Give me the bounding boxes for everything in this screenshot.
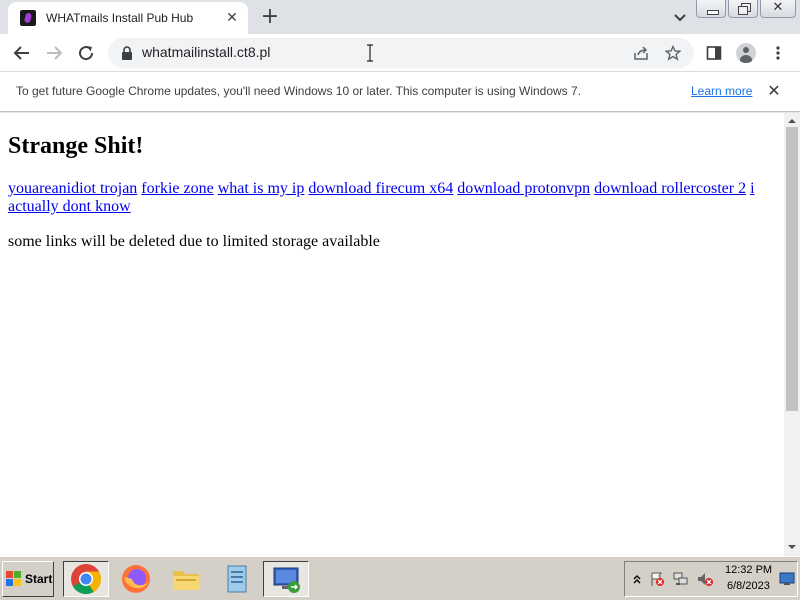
scroll-up-arrow-icon[interactable] xyxy=(788,117,796,125)
start-button[interactable]: Start xyxy=(2,561,54,597)
bookmark-button[interactable] xyxy=(664,44,682,62)
reload-icon xyxy=(79,46,94,61)
explorer-folder-icon xyxy=(173,571,199,590)
tab-strip: WHATmails Install Pub Hub ✕ + ✕ xyxy=(0,0,800,34)
show-hidden-icons-button[interactable] xyxy=(629,571,645,587)
tab-title: WHATmails Install Pub Hub xyxy=(46,11,194,25)
share-button[interactable] xyxy=(632,44,650,62)
scrollbar-thumb[interactable] xyxy=(786,127,798,411)
page-title: Strange Shit! xyxy=(8,133,144,159)
update-infobar: To get future Google Chrome updates, you… xyxy=(0,72,800,112)
restore-button[interactable] xyxy=(728,0,758,18)
storage-note: some links will be deleted due to limite… xyxy=(8,233,380,250)
tab-search-chevron-icon[interactable] xyxy=(672,9,688,25)
taskbar-remote-desktop[interactable] xyxy=(263,561,309,597)
url-text[interactable]: whatmailinstall.ct8.pl xyxy=(142,44,270,60)
text-cursor-icon xyxy=(367,44,373,62)
taskbar-chrome[interactable] xyxy=(63,561,109,597)
volume-muted-icon xyxy=(698,573,713,586)
profile-button[interactable] xyxy=(736,43,756,63)
remote-desktop-icon xyxy=(273,567,300,593)
link-forkie-zone[interactable]: forkie zone xyxy=(141,180,213,197)
forward-button[interactable] xyxy=(44,43,64,63)
link-download-protonvpn[interactable]: download protonvpn xyxy=(457,180,590,197)
new-tab-button[interactable]: + xyxy=(260,6,280,28)
reload-button[interactable] xyxy=(76,43,96,63)
forward-arrow-icon xyxy=(47,46,63,60)
infobar-close-icon[interactable]: ✕ xyxy=(766,83,782,99)
taskbar: Start 12:32 PM 6/8/2023 xyxy=(0,556,800,600)
link-list: youareanidiot trojan forkie zone what is… xyxy=(8,180,776,216)
star-icon xyxy=(665,45,681,61)
system-tray: 12:32 PM 6/8/2023 xyxy=(624,561,798,597)
link-youareanidiot-trojan[interactable]: youareanidiot trojan xyxy=(8,180,137,197)
page-viewport: Strange Shit! youareanidiot trojan forki… xyxy=(0,113,784,556)
notepad-icon xyxy=(227,565,247,593)
lock-icon[interactable] xyxy=(120,46,134,60)
screen: WHATmails Install Pub Hub ✕ + ✕ whatmail… xyxy=(0,0,800,600)
volume-button[interactable] xyxy=(697,571,713,587)
learn-more-link[interactable]: Learn more xyxy=(691,84,752,98)
clock-time[interactable]: 12:32 PM xyxy=(725,564,772,576)
show-desktop-button[interactable] xyxy=(779,571,795,587)
taskbar-explorer[interactable] xyxy=(163,561,209,597)
address-bar[interactable]: whatmailinstall.ct8.pl xyxy=(108,38,694,68)
side-panel-button[interactable] xyxy=(704,43,724,63)
show-desktop-icon xyxy=(779,572,795,585)
page-scrollbar[interactable] xyxy=(784,113,800,556)
windows-logo-icon xyxy=(6,571,22,587)
tab-close-icon[interactable]: ✕ xyxy=(224,10,240,26)
close-window-button[interactable]: ✕ xyxy=(760,0,796,18)
side-panel-icon xyxy=(706,46,722,60)
network-icon xyxy=(673,572,688,585)
show-hidden-icons-chevron xyxy=(633,575,641,584)
link-what-is-my-ip[interactable]: what is my ip xyxy=(218,180,305,197)
browser-toolbar: whatmailinstall.ct8.pl xyxy=(0,34,800,72)
kebab-menu-icon xyxy=(776,46,780,60)
infobar-message: To get future Google Chrome updates, you… xyxy=(16,84,582,98)
back-button[interactable] xyxy=(12,43,32,63)
action-center-button[interactable] xyxy=(649,571,665,587)
menu-button[interactable] xyxy=(768,43,788,63)
site-favicon-icon xyxy=(20,10,36,26)
avatar-icon xyxy=(736,43,756,63)
chrome-icon xyxy=(71,564,102,595)
link-download-firecum-x64[interactable]: download firecum x64 xyxy=(308,180,453,197)
clock-date[interactable]: 6/8/2023 xyxy=(727,580,770,592)
minimize-button[interactable] xyxy=(696,0,726,18)
share-icon xyxy=(634,46,648,60)
taskbar-firefox[interactable] xyxy=(113,561,159,597)
action-center-icon xyxy=(651,572,664,586)
scroll-down-arrow-icon[interactable] xyxy=(788,543,796,551)
browser-tab[interactable]: WHATmails Install Pub Hub ✕ xyxy=(8,2,248,34)
back-arrow-icon xyxy=(13,46,29,60)
taskbar-notepad[interactable] xyxy=(213,561,259,597)
firefox-icon xyxy=(122,565,150,593)
network-button[interactable] xyxy=(673,571,689,587)
link-download-rollercoster-2[interactable]: download rollercoster 2 xyxy=(594,180,746,197)
window-controls: ✕ xyxy=(696,0,796,18)
start-label: Start xyxy=(25,572,53,586)
